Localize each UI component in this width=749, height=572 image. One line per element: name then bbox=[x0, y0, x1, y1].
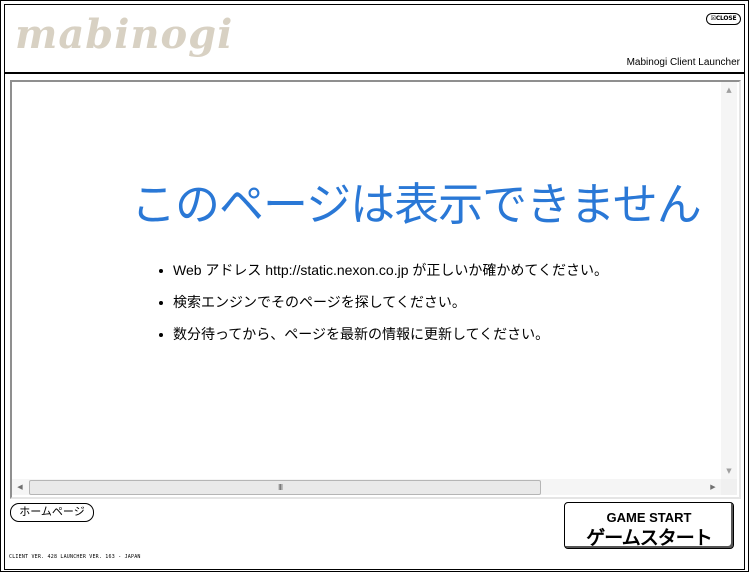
scroll-up-arrow-icon[interactable]: ▲ bbox=[721, 82, 737, 98]
scroll-right-arrow-icon[interactable]: ▶ bbox=[705, 479, 721, 495]
scrollbar-corner bbox=[721, 479, 737, 495]
error-suggestion-item: 数分待ってから、ページを最新の情報に更新してください。 bbox=[157, 325, 608, 357]
browser-content: このページは表示できません Web アドレス http://static.nex… bbox=[12, 82, 721, 479]
version-info: CLIENT VER. 428 LAUNCHER VER. 163 - JAPA… bbox=[9, 554, 141, 560]
error-title: このページは表示できません bbox=[131, 179, 702, 230]
header-divider bbox=[5, 72, 744, 74]
scroll-grip-icon: III bbox=[278, 483, 283, 492]
scroll-down-arrow-icon[interactable]: ▼ bbox=[721, 463, 737, 479]
close-button[interactable]: ☒CLOSE bbox=[706, 13, 741, 25]
launcher-window: mabinogi ☒CLOSE Mabinogi Client Launcher… bbox=[0, 0, 749, 572]
game-start-button[interactable]: GAME START ゲームスタート bbox=[564, 502, 734, 549]
game-start-label-jp: ゲームスタート bbox=[586, 528, 712, 549]
homepage-button[interactable]: ホームページ bbox=[10, 503, 94, 522]
launcher-inner-frame: mabinogi ☒CLOSE Mabinogi Client Launcher… bbox=[4, 4, 745, 570]
embedded-browser: このページは表示できません Web アドレス http://static.nex… bbox=[10, 80, 741, 499]
mabinogi-logo: mabinogi bbox=[15, 11, 234, 58]
scroll-left-arrow-icon[interactable]: ◀ bbox=[12, 479, 28, 495]
launcher-title: Mabinogi Client Launcher bbox=[626, 57, 740, 68]
horizontal-scrollbar[interactable]: ◀ III ▶ bbox=[12, 479, 721, 495]
error-suggestion-item: 検索エンジンでそのページを探してください。 bbox=[157, 293, 608, 325]
error-suggestion-list: Web アドレス http://static.nexon.co.jp が正しいか… bbox=[157, 261, 608, 357]
vertical-scrollbar[interactable]: ▲ ▼ bbox=[721, 82, 737, 479]
horizontal-scroll-thumb[interactable]: III bbox=[29, 480, 541, 495]
error-suggestion-item: Web アドレス http://static.nexon.co.jp が正しいか… bbox=[157, 261, 608, 293]
